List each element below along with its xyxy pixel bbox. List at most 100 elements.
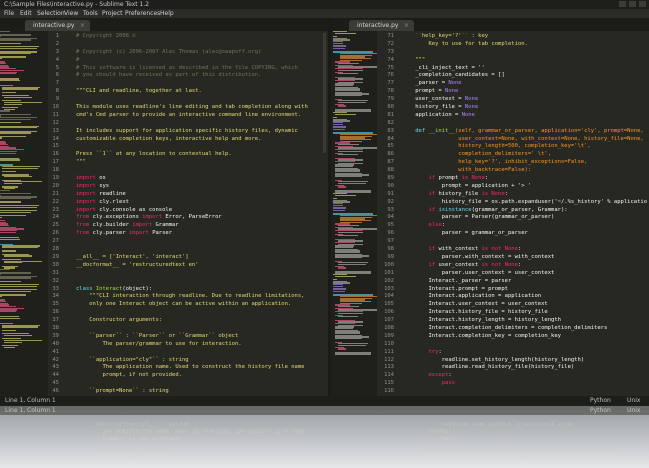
- code-line: if with_context is not None:: [402, 246, 647, 254]
- code-token: :: [517, 261, 522, 268]
- minimap-left[interactable]: [0, 31, 48, 396]
- line-number: 20: [52, 182, 59, 189]
- minimap-line: [0, 110, 10, 112]
- menu-bar: File Edit Selection View Tools Project P…: [0, 9, 649, 18]
- code-token: cly.console as console: [99, 206, 173, 213]
- line-number: 92: [387, 198, 394, 205]
- minimap-line: [0, 294, 26, 296]
- menu-view[interactable]: View: [64, 9, 78, 18]
- line-number: 108: [384, 324, 394, 331]
- code-token: if: [402, 175, 439, 182]
- code-line: from cly.parser import Parser: [76, 230, 322, 238]
- line-number: 114: [384, 372, 394, 379]
- code-token: import: [76, 198, 100, 205]
- code-token: prompt, if not provided.: [76, 372, 182, 379]
- minimap-line: [4, 334, 32, 337]
- minimap-line: [0, 58, 2, 60]
- code-line: ``help_key='?'`` : key: [402, 33, 647, 41]
- menu-preferences[interactable]: Preferences: [125, 9, 160, 18]
- line-number: 24: [52, 214, 59, 221]
- code-token: completion_delimiters=' \t',: [402, 151, 552, 158]
- line-number: 39: [52, 332, 59, 339]
- line-number: 100: [384, 261, 394, 268]
- code-token: is not None: [481, 261, 518, 268]
- code-token: parser = Parser(grammar_or_parser): [402, 214, 555, 221]
- maximize-button[interactable]: [629, 1, 636, 7]
- minimize-button[interactable]: [619, 1, 626, 7]
- code-token: with_context: [438, 246, 482, 253]
- left-tab-strip: interactive.py ×: [0, 18, 328, 31]
- code-token: history_file =: [402, 104, 465, 111]
- code-line: The parser/grammar to use for interactio…: [76, 341, 322, 349]
- code-line: _cli_inject_text = '': [402, 65, 647, 73]
- code-token: parser = grammar_or_parser: [402, 230, 528, 237]
- tab-interactive-left[interactable]: interactive.py ×: [25, 20, 90, 31]
- line-number: 96: [387, 230, 394, 237]
- code-token: help_key='?', inhibit_exceptions=False,: [402, 159, 588, 166]
- line-number: 85: [387, 143, 394, 150]
- reflected-line: except:: [402, 427, 452, 434]
- menu-selection[interactable]: Selection: [37, 9, 65, 18]
- line-ending-selector[interactable]: Unix: [627, 396, 640, 406]
- reflected-line: [402, 442, 617, 450]
- line-number: 88: [387, 167, 394, 174]
- minimap-line: [0, 113, 31, 115]
- code-token: Press ``1`` at any location to contextua…: [76, 151, 232, 158]
- line-number: 90: [387, 182, 394, 189]
- code-token: (grammar_or_parser, Grammar):: [471, 206, 568, 213]
- line-number: 40: [52, 340, 59, 347]
- code-token: import: [132, 222, 156, 229]
- code-line: readline.set_history_length(history_leng…: [402, 357, 647, 365]
- code-token: Constructor arguments:: [76, 317, 163, 324]
- minimap-line: [0, 159, 21, 161]
- line-number: 41: [52, 348, 59, 355]
- minimap-right[interactable]: [331, 31, 377, 396]
- menu-project[interactable]: Project: [102, 9, 123, 18]
- code-token: Interact.history_file = history_file: [402, 309, 548, 316]
- menu-edit[interactable]: Edit: [20, 9, 32, 18]
- line-number: 113: [384, 364, 394, 371]
- code-token: None: [461, 111, 475, 118]
- code-token: Interact.user_context = user_context: [402, 301, 548, 308]
- menu-tools[interactable]: Tools: [83, 9, 98, 18]
- minimap-line: [0, 79, 21, 82]
- minimap-line: [335, 113, 357, 115]
- minimap-line: [0, 135, 26, 137]
- syntax-selector[interactable]: Python: [590, 396, 611, 406]
- code-line: history_file = os.path.expanduser('~/.%s…: [402, 199, 647, 207]
- close-icon[interactable]: ×: [404, 20, 409, 31]
- code-line: history_file = None: [402, 104, 647, 112]
- close-window-button[interactable]: [639, 1, 646, 7]
- right-tab-strip: interactive.py ×: [331, 18, 649, 31]
- code-area-right[interactable]: ``help_key='?'`` : key Key to use for ta…: [402, 33, 647, 396]
- close-icon[interactable]: ×: [80, 20, 85, 31]
- scrollbar-left[interactable]: [323, 33, 326, 153]
- code-token: from: [76, 222, 93, 229]
- menu-file[interactable]: File: [4, 9, 14, 18]
- code-token: Interact.completion_key = completion_key: [402, 332, 561, 339]
- line-number: 111: [384, 348, 394, 355]
- code-line: application = None: [402, 112, 647, 120]
- minimap-line: [335, 275, 357, 277]
- code-token: import: [76, 206, 100, 213]
- code-token: from: [76, 230, 93, 237]
- minimap-line: [0, 272, 31, 274]
- tab-interactive-right[interactable]: interactive.py ×: [349, 20, 414, 31]
- line-number: 30: [52, 261, 59, 268]
- line-number: 38: [52, 324, 59, 331]
- menu-help[interactable]: Help: [160, 9, 174, 18]
- code-line: parser.with_context = with_context: [402, 254, 647, 262]
- minimap-line: [4, 176, 32, 178]
- minimap-line: [4, 255, 32, 257]
- code-token: cly.parser: [92, 230, 129, 237]
- code-area-left[interactable]: # Copyright 2008 © # Copyright (c) 2006-2…: [76, 33, 322, 396]
- line-number: 83: [387, 127, 394, 134]
- minimap-line: [337, 235, 359, 237]
- line-number: 104: [384, 293, 394, 300]
- minimap-line: [0, 231, 16, 234]
- code-token: """CLI and readline, together at last.: [76, 88, 202, 95]
- line-number: 95: [387, 222, 394, 229]
- minimap-line: [4, 262, 22, 264]
